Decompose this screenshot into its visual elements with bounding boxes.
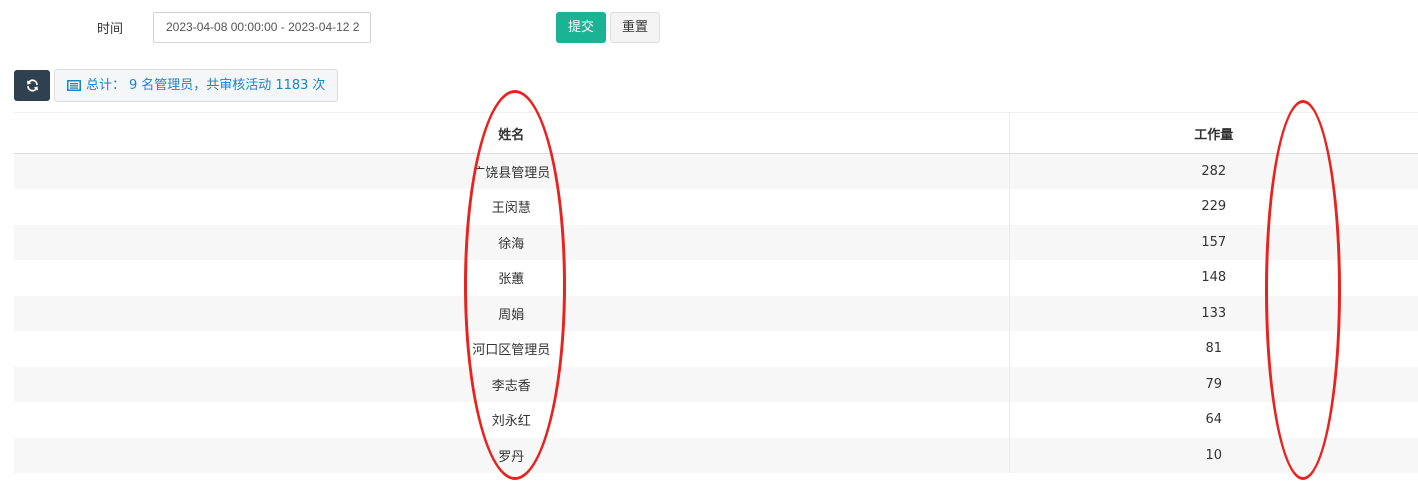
cell-workload: 282 xyxy=(1008,153,1418,189)
table-row: 河口区管理员 81 xyxy=(14,331,1418,367)
cell-workload: 133 xyxy=(1008,295,1418,331)
summary-prefix: 总计： xyxy=(86,78,126,93)
cell-workload: 229 xyxy=(1008,189,1418,225)
table-row: 罗丹 10 xyxy=(14,437,1418,473)
reset-button[interactable]: 重置 xyxy=(610,12,660,43)
cell-name: 王闵慧 xyxy=(491,201,531,217)
refresh-icon xyxy=(26,79,39,92)
time-range-input[interactable]: 2023-04-08 00:00:00 - 2023-04-12 2 xyxy=(153,12,371,43)
summary-middle: 名管理员，共审核活动 xyxy=(141,78,272,93)
summary-suffix: 次 xyxy=(312,78,326,93)
refresh-button[interactable] xyxy=(14,70,50,101)
page: 时间 2023-04-08 00:00:00 - 2023-04-12 2 提交… xyxy=(0,0,1418,481)
cell-workload: 148 xyxy=(1008,260,1418,296)
workload-table: 姓名 工作量 广饶县管理员 282 王闵慧 229 徐海 157 张蕙 148 xyxy=(14,112,1418,473)
table-header-row: 姓名 工作量 xyxy=(14,112,1418,154)
table-row: 张蕙 148 xyxy=(14,260,1418,296)
cell-name: 刘永红 xyxy=(491,414,531,430)
cell-workload: 81 xyxy=(1008,331,1418,367)
cell-name: 广饶县管理员 xyxy=(472,166,551,181)
time-label: 时间 xyxy=(97,22,124,37)
cell-name: 张蕙 xyxy=(498,272,525,288)
table-row: 周娟 133 xyxy=(14,295,1418,331)
cell-name: 河口区管理员 xyxy=(472,343,551,359)
cell-workload: 157 xyxy=(1008,224,1418,260)
cell-name: 罗丹 xyxy=(498,449,525,465)
cell-workload: 10 xyxy=(1008,437,1418,473)
list-alt-icon xyxy=(67,80,81,91)
summary-admin-count: 9 xyxy=(129,78,138,93)
submit-button[interactable]: 提交 xyxy=(556,12,606,43)
cell-workload: 79 xyxy=(1008,366,1418,402)
column-header-workload[interactable]: 工作量 xyxy=(1008,112,1418,154)
table-row: 广饶县管理员 282 xyxy=(14,153,1418,189)
cell-name: 徐海 xyxy=(498,236,525,252)
table-row: 徐海 157 xyxy=(14,224,1418,260)
summary-activity-count: 1183 xyxy=(275,78,309,93)
table-row: 李志香 79 xyxy=(14,366,1418,402)
cell-name: 周娟 xyxy=(498,307,525,323)
table-row: 刘永红 64 xyxy=(14,402,1418,438)
table-row: 王闵慧 229 xyxy=(14,189,1418,225)
summary-badge: 总计： 9 名管理员，共审核活动 1183 次 xyxy=(54,69,339,102)
cell-workload: 64 xyxy=(1008,402,1418,438)
column-header-name[interactable]: 姓名 xyxy=(14,112,1009,154)
cell-name: 李志香 xyxy=(491,378,531,394)
